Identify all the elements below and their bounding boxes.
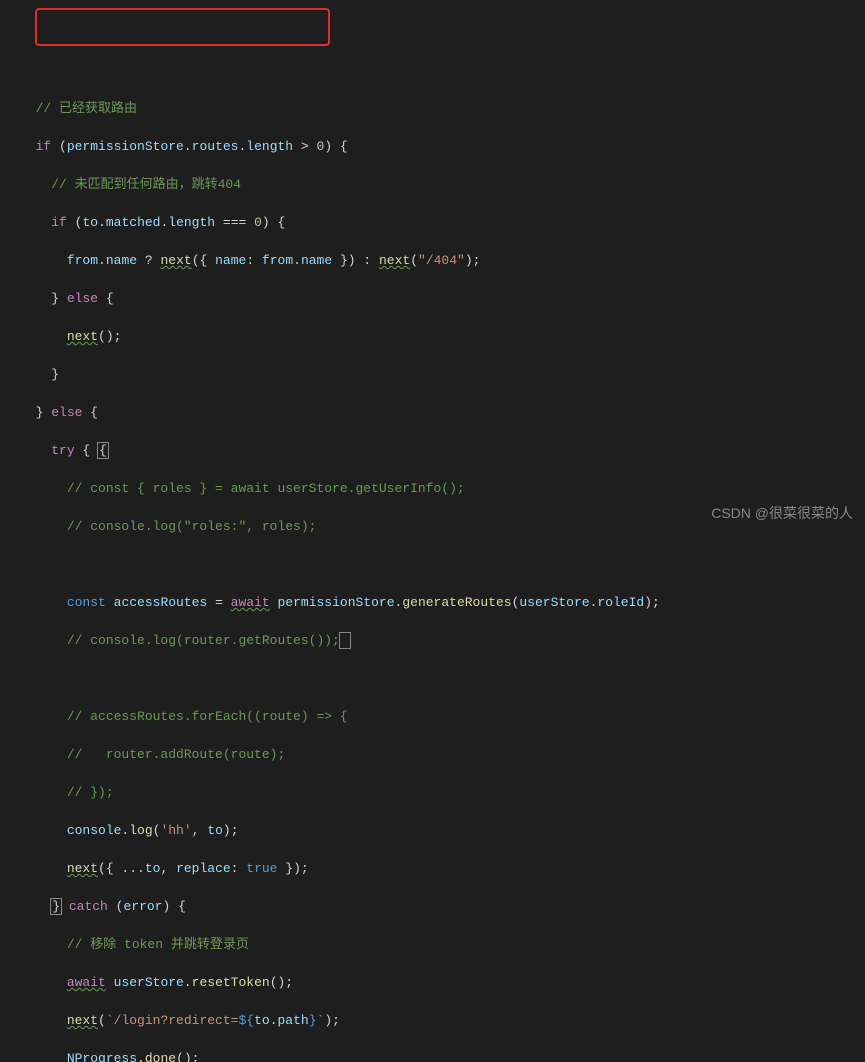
code-line: from.name ? next({ name: from.name }) : … bbox=[0, 251, 865, 270]
code-line: next({ ...to, replace: true }); bbox=[0, 859, 865, 878]
code-line: // accessRoutes.forEach((route) => { bbox=[0, 707, 865, 726]
code-line bbox=[0, 555, 865, 574]
highlight-annotation bbox=[35, 8, 330, 46]
code-line: if (permissionStore.routes.length > 0) { bbox=[0, 137, 865, 156]
text-cursor bbox=[339, 632, 351, 649]
code-line: } catch (error) { bbox=[0, 897, 865, 916]
code-line: // 未匹配到任何路由，跳转404 bbox=[0, 175, 865, 194]
code-line: console.log('hh', to); bbox=[0, 821, 865, 840]
code-line: try { { bbox=[0, 441, 865, 460]
code-line: } bbox=[0, 365, 865, 384]
code-line: } else { bbox=[0, 403, 865, 422]
code-line: // 移除 token 并跳转登录页 bbox=[0, 935, 865, 954]
code-line: next(); bbox=[0, 327, 865, 346]
code-line: // console.log(router.getRoutes()); bbox=[0, 631, 865, 650]
watermark: CSDN @很菜很菜的人 bbox=[711, 504, 853, 523]
code-line: if (to.matched.length === 0) { bbox=[0, 213, 865, 232]
code-line: // router.addRoute(route); bbox=[0, 745, 865, 764]
code-editor[interactable]: // 已经获取路由 if (permissionStore.routes.len… bbox=[0, 80, 865, 1062]
code-line bbox=[0, 669, 865, 688]
code-line: } else { bbox=[0, 289, 865, 308]
code-line: // const { roles } = await userStore.get… bbox=[0, 479, 865, 498]
code-line: await userStore.resetToken(); bbox=[0, 973, 865, 992]
code-line: // }); bbox=[0, 783, 865, 802]
code-line: const accessRoutes = await permissionSto… bbox=[0, 593, 865, 612]
code-line: NProgress.done(); bbox=[0, 1049, 865, 1062]
code-line: next(`/login?redirect=${to.path}`); bbox=[0, 1011, 865, 1030]
code-line: // 已经获取路由 bbox=[0, 99, 865, 118]
